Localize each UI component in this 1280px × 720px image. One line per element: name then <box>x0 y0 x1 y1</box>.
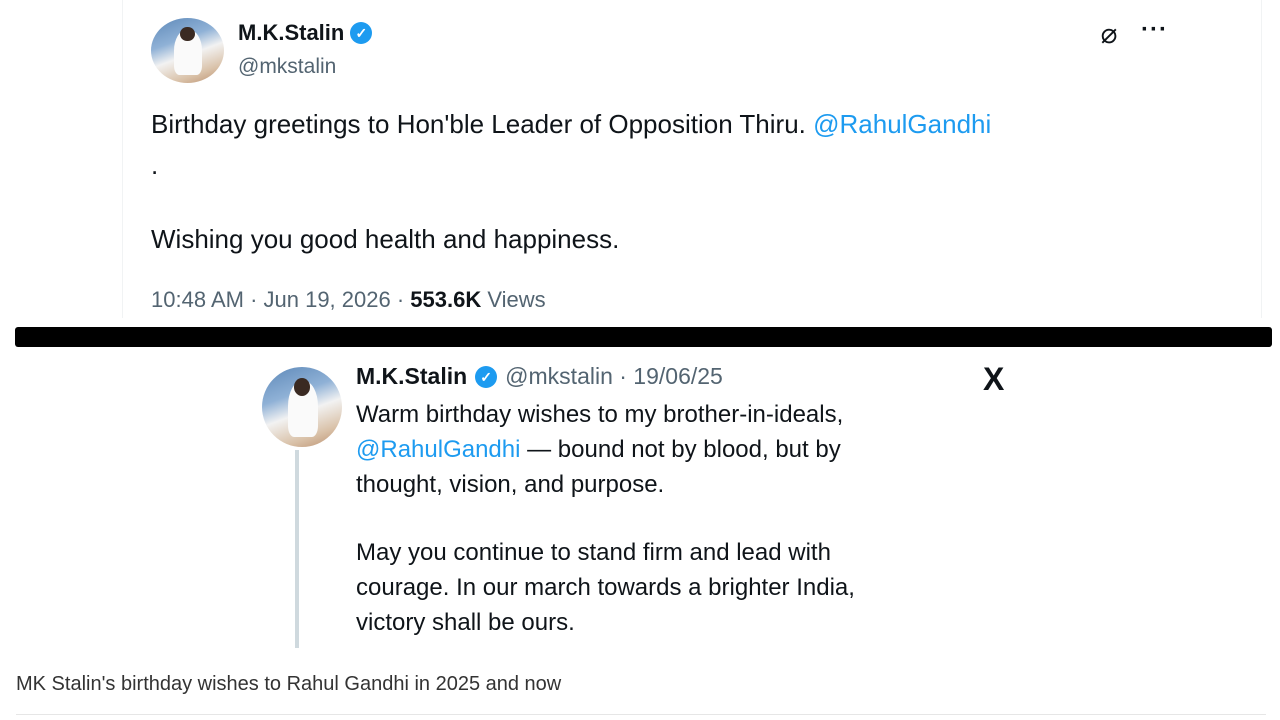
avatar-head <box>294 378 310 396</box>
tweet-text: Birthday greetings to Hon'ble Leader of … <box>151 109 814 139</box>
thread-line <box>295 450 299 648</box>
previous-tweet-card: M.K.Stalin ✓ @mkstalin · 19/06/25 X Warm… <box>0 347 1280 657</box>
tweet-text-line: Birthday greetings to Hon'ble Leader of … <box>151 109 991 140</box>
tweet-text-line: Wishing you good health and happiness. <box>151 224 620 254</box>
tweet-meta: 10:48 AM · Jun 19, 2026 · 553.6K Views <box>151 287 546 313</box>
tweet-timestamp[interactable]: 10:48 AM · Jun 19, 2026 · <box>151 287 410 312</box>
author-name[interactable]: M.K.Stalin ✓ <box>238 20 373 46</box>
separator-bar <box>15 327 1272 347</box>
profile-avatar[interactable] <box>151 18 224 83</box>
current-tweet-card: M.K.Stalin ✓ @mkstalin ⌀ ··· Birthday gr… <box>122 0 1262 318</box>
tweet-text-line: May you continue to stand firm and lead … <box>356 539 831 566</box>
divider <box>16 714 1266 715</box>
author-name-text: M.K.Stalin <box>238 20 345 45</box>
tweet-paragraph: Warm birthday wishes to my brother-in-id… <box>356 397 843 502</box>
tweet-text-line: thought, vision, and purpose. <box>356 471 665 498</box>
author-handle[interactable]: @mkstalin <box>238 55 336 79</box>
mention-link[interactable]: @RahulGandhi <box>356 436 520 463</box>
mention-link[interactable]: @RahulGandhi <box>813 109 991 139</box>
tweet-text-dot: . <box>151 150 159 180</box>
more-options-icon[interactable]: ··· <box>1141 16 1168 44</box>
tweet-text: — bound not by blood, but by <box>520 436 841 463</box>
grok-icon[interactable]: ⌀ <box>1093 18 1125 50</box>
tweet-header: M.K.Stalin ✓ @mkstalin · 19/06/25 <box>356 363 723 390</box>
verified-badge-icon: ✓ <box>350 22 373 44</box>
avatar-head <box>180 27 195 42</box>
tweet-paragraph: May you continue to stand firm and lead … <box>356 535 855 640</box>
tweet-text-line: Warm birthday wishes to my brother-in-id… <box>356 401 844 428</box>
author-name[interactable]: M.K.Stalin <box>356 363 467 390</box>
author-handle-date[interactable]: @mkstalin · 19/06/25 <box>505 363 723 390</box>
image-caption: MK Stalin's birthday wishes to Rahul Gan… <box>16 673 562 695</box>
profile-avatar[interactable] <box>262 367 342 447</box>
tweet-text-line: @RahulGandhi — bound not by blood, but b… <box>356 432 843 467</box>
verified-badge-icon: ✓ <box>475 365 498 388</box>
views-count: 553.6K <box>410 287 482 312</box>
x-logo-icon: X <box>983 361 1005 397</box>
views-label: Views <box>481 287 546 312</box>
tweet-text-line: courage. In our march towards a brighter… <box>356 574 855 601</box>
tweet-text-line: victory shall be ours. <box>356 609 575 636</box>
